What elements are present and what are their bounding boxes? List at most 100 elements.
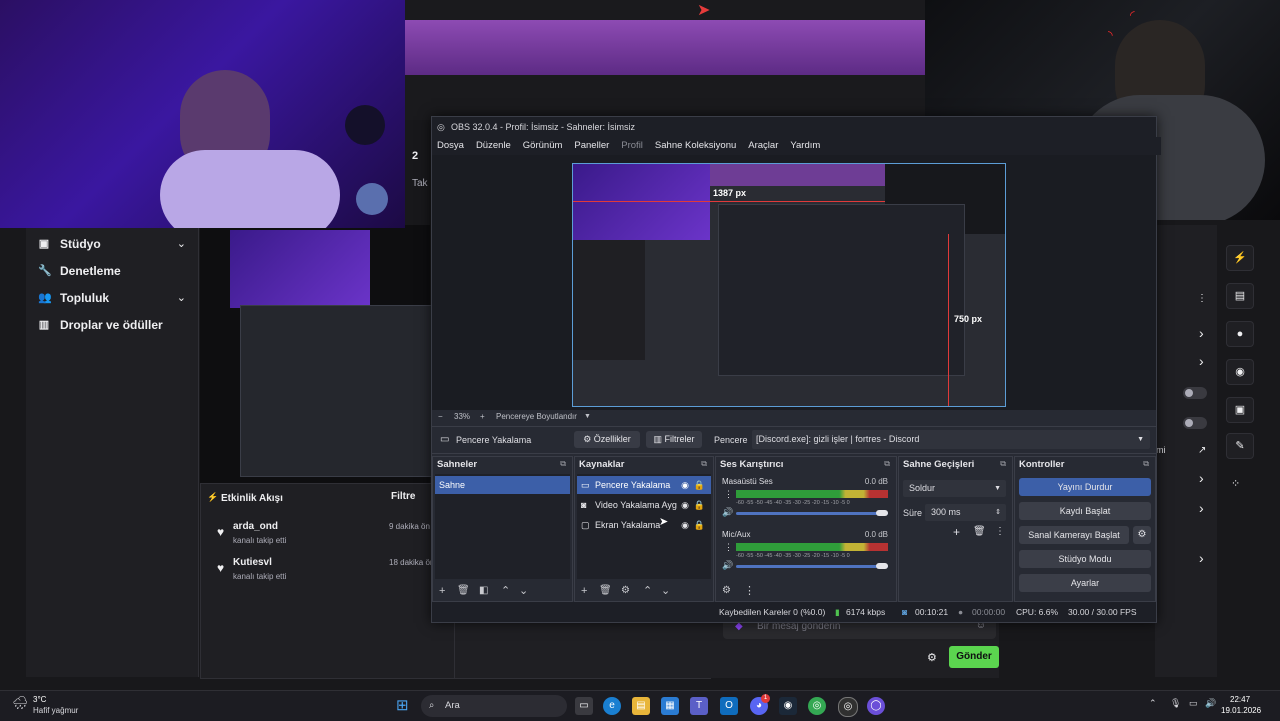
lock-icon[interactable]: 🔒 xyxy=(694,496,705,514)
move-up-icon[interactable]: ⌃ xyxy=(501,581,510,601)
source-item[interactable]: ▭ Pencere Yakalama ◉ 🔒 xyxy=(577,476,711,494)
volume-slider[interactable] xyxy=(736,512,888,515)
properties-button[interactable]: ⚙ Özellikler xyxy=(574,431,640,448)
trash-icon[interactable]: 🗑 xyxy=(599,581,612,601)
transition-select[interactable]: Soldur ▼ xyxy=(903,480,1006,497)
outlook-icon[interactable]: O xyxy=(720,697,738,715)
lock-icon[interactable]: 🔒 xyxy=(694,476,705,494)
sidebar-item-studio[interactable]: ▣ Stüdyo xyxy=(38,237,101,251)
document-icon[interactable]: ▤ xyxy=(1226,283,1254,309)
window-select[interactable]: [Discord.exe]: gizli işler | fortres - D… xyxy=(752,430,1150,449)
clock-date[interactable]: 19.01.2026 xyxy=(1221,706,1261,715)
add-icon[interactable]: + xyxy=(439,581,445,601)
filter-icon[interactable]: ◧ xyxy=(479,581,488,601)
more-icon[interactable]: ⋮ xyxy=(724,542,733,553)
gear-icon[interactable]: ⚙ xyxy=(621,581,630,601)
steam-icon[interactable]: ◉ xyxy=(779,697,797,715)
menu-file[interactable]: Dosya xyxy=(437,137,464,155)
zoom-out-button[interactable]: − xyxy=(438,410,443,424)
filters-button[interactable]: ▥ Filtreler xyxy=(646,431,702,448)
sidebar-item-drops[interactable]: ▥ Droplar ve ödüller xyxy=(38,318,163,332)
duration-input[interactable]: 300 ms ⇕ xyxy=(925,504,1006,521)
chevron-down-icon[interactable]: ▼ xyxy=(584,410,591,424)
menu-help[interactable]: Yardım xyxy=(790,137,820,155)
more-icon[interactable]: ⋮ xyxy=(724,489,733,500)
lock-icon[interactable]: 🔒 xyxy=(694,516,705,534)
chevron-right-icon[interactable]: › xyxy=(1199,353,1204,369)
weather-icon[interactable]: 🌧 xyxy=(12,695,29,711)
chevron-right-icon[interactable]: › xyxy=(1199,470,1204,486)
stop-streaming-button[interactable]: Yayını Durdur xyxy=(1019,478,1151,496)
edge-icon[interactable]: e xyxy=(603,697,621,715)
source-item[interactable]: ◙ Video Yakalama Ayg ◉ 🔒 xyxy=(577,496,711,514)
move-up-icon[interactable]: ⌃ xyxy=(643,581,652,601)
gear-icon[interactable]: ⚙ xyxy=(722,581,731,601)
lightning-icon[interactable]: ⚡ xyxy=(1226,245,1254,271)
undock-icon[interactable]: ⧉ xyxy=(560,459,566,469)
chevron-right-icon[interactable]: › xyxy=(1199,500,1204,516)
preview-canvas[interactable]: 1387 px 750 px xyxy=(572,163,1006,407)
trash-icon[interactable]: 🗑 xyxy=(457,581,470,601)
chevron-right-icon[interactable]: › xyxy=(1199,550,1204,566)
stepper-icon[interactable]: ⇕ xyxy=(995,504,1001,521)
file-explorer-icon[interactable]: ▤ xyxy=(632,697,650,715)
menu-docks[interactable]: Paneller xyxy=(574,137,609,155)
obs-preview[interactable]: 1387 px 750 px xyxy=(432,155,1156,410)
scene-item[interactable]: Sahne xyxy=(435,476,570,494)
menu-profile[interactable]: Profil xyxy=(621,137,643,155)
undock-icon[interactable]: ⧉ xyxy=(884,459,890,469)
task-view-icon[interactable]: ▭ xyxy=(575,697,593,715)
source-item[interactable]: ▢ Ekran Yakalama ◉ 🔒 xyxy=(577,516,711,534)
chevron-right-icon[interactable]: › xyxy=(1199,325,1204,341)
eye-icon[interactable]: ◉ xyxy=(681,516,689,534)
volume-slider[interactable] xyxy=(736,565,888,568)
menu-scene-collection[interactable]: Sahne Koleksiyonu xyxy=(655,137,736,155)
wrench-icon[interactable]: ✎ xyxy=(1226,433,1254,459)
store-icon[interactable]: ▦ xyxy=(661,697,679,715)
add-icon[interactable]: + xyxy=(581,581,587,601)
broadcast-icon[interactable]: ◉ xyxy=(1226,359,1254,385)
chevron-down-icon[interactable]: ⌄ xyxy=(177,237,186,250)
studio-mode-button[interactable]: Stüdyo Modu xyxy=(1019,550,1151,568)
video-icon[interactable]: ▣ xyxy=(1226,397,1254,423)
trash-icon[interactable]: 🗑 xyxy=(973,526,986,537)
monitor-icon[interactable]: ▭ xyxy=(1189,698,1198,709)
undock-icon[interactable]: ⧉ xyxy=(1000,459,1006,469)
windows-start-icon[interactable]: ⊞ xyxy=(396,696,409,714)
volume-slider-knob[interactable] xyxy=(876,563,888,569)
gear-icon[interactable]: ⚙ xyxy=(927,651,937,664)
move-down-icon[interactable]: ⌄ xyxy=(661,581,670,601)
toggle-switch[interactable] xyxy=(1183,417,1207,429)
zoom-in-button[interactable]: + xyxy=(480,410,485,424)
eye-icon[interactable]: ◉ xyxy=(681,476,689,494)
chart-icon[interactable]: ↗ xyxy=(1198,445,1206,456)
sidebar-item-community[interactable]: 👥 Topluluk xyxy=(38,291,109,305)
speaker-icon[interactable]: 🔊 xyxy=(722,507,733,518)
more-icon[interactable]: ⋮ xyxy=(1197,293,1207,304)
send-button[interactable]: Gönder xyxy=(949,646,999,668)
undock-icon[interactable]: ⧉ xyxy=(1143,459,1149,469)
app-icon[interactable]: ◯ xyxy=(867,697,885,715)
start-recording-button[interactable]: Kaydı Başlat xyxy=(1019,502,1151,520)
menu-edit[interactable]: Düzenle xyxy=(476,137,511,155)
chevron-up-icon[interactable]: ⌃ xyxy=(1149,698,1157,709)
move-down-icon[interactable]: ⌄ xyxy=(519,581,528,601)
chevron-down-icon[interactable]: ⌄ xyxy=(177,291,186,304)
gear-icon[interactable]: ⚙ xyxy=(1133,526,1151,544)
more-icon[interactable]: ⋮ xyxy=(995,526,1005,537)
taskbar-search[interactable]: ⌕ Ara xyxy=(421,695,567,717)
eye-icon[interactable]: ◉ xyxy=(681,496,689,514)
filter-button[interactable]: Filtre xyxy=(391,491,415,502)
start-virtual-camera-button[interactable]: Sanal Kamerayı Başlat xyxy=(1019,526,1129,544)
more-icon[interactable]: ⋮ xyxy=(744,581,755,601)
fit-label[interactable]: Pencereye Boyutlandır xyxy=(496,410,577,424)
sidebar-item-moderation[interactable]: 🔧 Denetleme xyxy=(38,264,121,278)
add-icon[interactable]: + xyxy=(953,525,960,539)
undock-icon[interactable]: ⧉ xyxy=(701,459,707,469)
obs-icon[interactable]: ◎ xyxy=(838,697,858,717)
settings-button[interactable]: Ayarlar xyxy=(1019,574,1151,592)
apps-icon[interactable]: ⁘ xyxy=(1231,477,1240,490)
menu-tools[interactable]: Araçlar xyxy=(748,137,778,155)
speaker-icon[interactable]: 🔊 xyxy=(1205,698,1216,709)
volume-slider-knob[interactable] xyxy=(876,510,888,516)
